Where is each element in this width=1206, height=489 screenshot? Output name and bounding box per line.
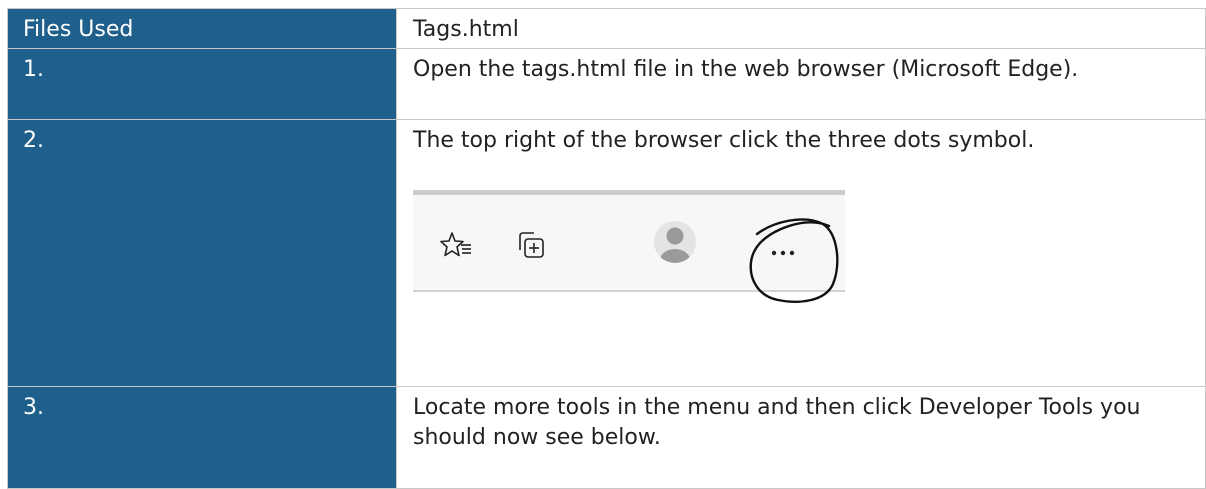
row-label: 1. (7, 48, 397, 120)
hand-drawn-circle-annotation (743, 204, 845, 317)
row-label: 2. (7, 119, 397, 387)
table-row: 3. Locate more tools in the menu and the… (7, 386, 1206, 489)
row-label: 3. (7, 386, 397, 489)
table-row: Files Used Tags.html (7, 8, 1206, 49)
instructions-table: Files Used Tags.html 1. Open the tags.ht… (7, 8, 1206, 489)
row-content: The top right of the browser click the t… (413, 128, 1035, 153)
table-row: 1. Open the tags.html file in the web br… (7, 48, 1206, 120)
row-content-with-image: The top right of the browser click the t… (396, 119, 1206, 387)
favorites-icon[interactable] (440, 231, 474, 270)
row-content: Open the tags.html file in the web brows… (396, 48, 1206, 120)
profile-avatar-icon[interactable] (653, 220, 697, 273)
row-content: Locate more tools in the menu and then c… (396, 386, 1206, 489)
browser-toolbar-screenshot (413, 190, 845, 308)
row-content: Tags.html (396, 8, 1206, 49)
table-row: 2. The top right of the browser click th… (7, 119, 1206, 387)
row-label: Files Used (7, 8, 397, 49)
collections-icon[interactable] (516, 230, 550, 271)
